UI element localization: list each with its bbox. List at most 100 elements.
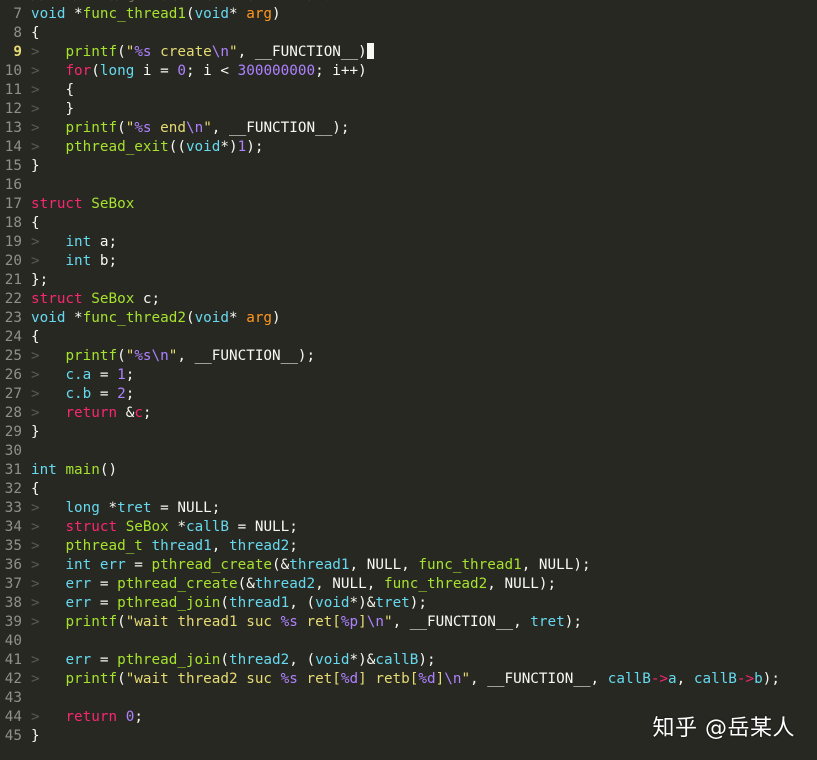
code-text: > printf("wait thread2 suc %s ret[%d] re…	[31, 671, 780, 687]
code-text: > pthread_exit((void*)1);	[31, 139, 263, 155]
code-text: struct SeBox c;	[31, 291, 160, 307]
code-line[interactable]: 32 {	[0, 480, 817, 499]
code-line[interactable]: 31 int main()	[0, 461, 817, 480]
indent-guide: >	[31, 120, 66, 136]
code-line[interactable]: 7 void *func_thread1(void* arg)	[0, 5, 817, 24]
code-line[interactable]: 30	[0, 442, 817, 461]
line-number: 8	[13, 25, 22, 41]
code-token: ; i <	[185, 63, 238, 79]
code-line[interactable]: 43	[0, 689, 817, 708]
watermark: 知乎 @岳某人	[652, 716, 795, 741]
code-line[interactable]: 10 > for(long i = 0; i < 300000000; i++)	[0, 62, 817, 81]
code-token: (&	[272, 557, 290, 573]
line-number: 38	[4, 595, 22, 611]
code-line[interactable]: 37 > err = pthread_create(&thread2, NULL,…	[0, 575, 817, 594]
code-token: func_thread2	[82, 310, 186, 326]
code-token: "wait thread1 suc	[125, 614, 281, 630]
code-line[interactable]: 40	[0, 632, 817, 651]
code-token: callB	[185, 519, 230, 535]
code-token: \n	[211, 44, 230, 60]
code-token: arg	[246, 6, 273, 22]
code-token: pthread_create	[151, 557, 273, 573]
code-text: > c.b = 2;	[31, 386, 134, 402]
code-line[interactable]: 34 > struct SeBox *callB = NULL;	[0, 518, 817, 537]
code-text: > err = pthread_join(thread1, (void*)&tr…	[31, 595, 427, 611]
code-token: ;	[125, 367, 135, 383]
code-token: }	[65, 101, 75, 117]
code-line[interactable]: 24 {	[0, 328, 817, 347]
line-number: 45	[4, 728, 22, 744]
code-token: tret	[375, 595, 410, 611]
code-token: c	[134, 405, 143, 421]
code-token: err	[65, 576, 92, 592]
code-token: , NULL);	[487, 576, 557, 592]
code-line[interactable]: 38 > err = pthread_join(thread1, (void*)&…	[0, 594, 817, 613]
line-number: 37	[4, 576, 22, 592]
code-text: > int b;	[31, 253, 117, 269]
code-token: printf	[65, 671, 118, 687]
code-token: ret[	[297, 671, 341, 687]
code-token: "	[383, 614, 393, 630]
code-token: (	[91, 63, 100, 79]
indent-guide: >	[31, 386, 66, 402]
code-line[interactable]: 28 > return &c;	[0, 404, 817, 423]
code-line[interactable]: 21};	[0, 271, 817, 290]
code-token: );	[762, 671, 780, 687]
code-token: ,	[676, 671, 694, 687]
code-line[interactable]: 26 > c.a = 1;	[0, 366, 817, 385]
code-token: ,	[211, 538, 229, 554]
code-token: = NULL;	[229, 519, 298, 535]
code-token: %d	[418, 671, 436, 687]
code-token: %p	[340, 614, 359, 630]
code-line[interactable]: 17 struct SeBox	[0, 195, 817, 214]
code-line[interactable]: 15}	[0, 157, 817, 176]
code-token: callB	[375, 652, 419, 668]
line-number: 33	[4, 500, 22, 516]
indent-guide: >	[31, 614, 66, 630]
code-text: {	[31, 329, 40, 345]
code-token: c.b	[65, 386, 92, 402]
code-line[interactable]: 42 > printf("wait thread2 suc %s ret[%d] …	[0, 670, 817, 689]
line-number: 28	[4, 405, 22, 421]
code-text: > {	[31, 82, 74, 98]
code-line[interactable]: 18 {	[0, 214, 817, 233]
code-token: void	[194, 6, 229, 22]
line-number: 17	[4, 196, 22, 212]
code-line[interactable]: 36 > int err = pthread_create(&thread1, N…	[0, 556, 817, 575]
code-token: void	[31, 310, 66, 326]
code-line[interactable]: 22 struct SeBox c;	[0, 290, 817, 309]
code-line[interactable]: 41 > err = pthread_join(thread2, (void*)&…	[0, 651, 817, 670]
code-token: struct	[65, 519, 118, 535]
code-line[interactable]: 20 > int b;	[0, 252, 817, 271]
code-token: );	[409, 595, 428, 611]
code-line[interactable]: 11 > {	[0, 81, 817, 100]
code-line[interactable]: 25 > printf("%s\n", __FUNCTION__);	[0, 347, 817, 366]
code-token: long	[99, 63, 135, 79]
code-line[interactable]: 35 > pthread_t thread1, thread2;	[0, 537, 817, 556]
code-token: pthread_exit	[65, 139, 169, 155]
code-line[interactable]: 23 void *func_thread2(void* arg)	[0, 309, 817, 328]
code-line[interactable]: 13 > printf("%s end\n", __FUNCTION__);	[0, 119, 817, 138]
code-token: , NULL,	[315, 576, 384, 592]
line-number: 23	[4, 310, 22, 326]
code-line[interactable]: 27 > c.b = 2;	[0, 385, 817, 404]
code-line[interactable]: 33 > long *tret = NULL;	[0, 499, 817, 518]
code-line[interactable]: 29}	[0, 423, 817, 442]
code-token: void	[315, 652, 350, 668]
code-line[interactable]: 14 > pthread_exit((void*)1);	[0, 138, 817, 157]
code-line[interactable]: 12 > }	[0, 100, 817, 119]
code-token: , NULL);	[521, 557, 591, 573]
line-number: 9	[13, 44, 22, 60]
line-number: 11	[4, 82, 22, 98]
code-line[interactable]: 19 > int a;	[0, 233, 817, 252]
code-editor[interactable]: 6// 线程退出，join回收线程资源，但是线程不能等7void *func_t…	[0, 0, 817, 746]
code-token: err	[99, 557, 126, 573]
code-line[interactable]: 8{	[0, 24, 817, 43]
code-token: thread1	[151, 538, 212, 554]
code-line[interactable]: 9 > printf("%s create\n", __FUNCTION__)	[0, 43, 817, 62]
line-number: 27	[4, 386, 22, 402]
code-line[interactable]: 16	[0, 176, 817, 195]
code-text: > err = pthread_create(&thread2, NULL, f…	[31, 576, 556, 592]
code-line[interactable]: 39 > printf("wait thread1 suc %s ret[%p]\…	[0, 613, 817, 632]
